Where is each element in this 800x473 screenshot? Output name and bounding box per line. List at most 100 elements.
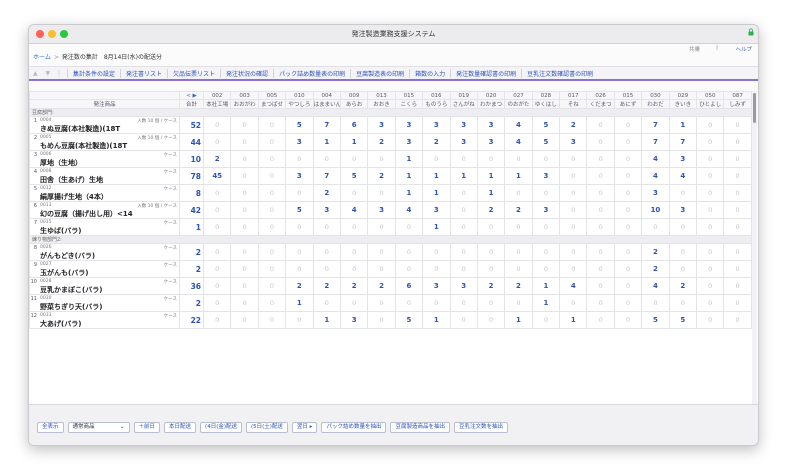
quantity-cell[interactable]: 0	[559, 201, 588, 219]
quantity-cell[interactable]: 0	[696, 150, 725, 168]
quantity-cell[interactable]: 7	[312, 116, 341, 134]
quantity-cell[interactable]: 2	[312, 277, 341, 295]
quantity-cell[interactable]: 2	[559, 116, 588, 134]
quantity-cell[interactable]: 5	[531, 116, 561, 134]
quantity-cell[interactable]: 0	[394, 218, 424, 236]
tab-5[interactable]: パック詰め数量表の印刷	[273, 68, 350, 78]
quantity-cell[interactable]: 0	[504, 294, 533, 312]
product-cell[interactable]: 4 0008 ケース 田舎（生あげ）生地	[29, 167, 180, 185]
quantity-cell[interactable]: 0	[531, 243, 561, 261]
quantity-cell[interactable]: 1	[504, 167, 533, 185]
quantity-cell[interactable]: 0	[613, 311, 643, 329]
quantity-cell[interactable]: 0	[531, 184, 561, 202]
table-row[interactable]: 9 0027 ケース 玉がんも(バラ) 2 0 0 0 0 0 0 0 0 0 0 0 0 0 0 0 0 2 0 0 0	[29, 260, 752, 278]
quantity-cell[interactable]: 4	[559, 277, 588, 295]
quantity-cell[interactable]: 2	[367, 133, 396, 151]
table-row[interactable]: 1 0004 入数 10 個 / ケース きぬ豆腐(本社製造)(18T 52 0 0 0 5 7 6…	[29, 116, 752, 134]
quantity-cell[interactable]: 0	[723, 167, 752, 185]
quantity-cell[interactable]: 1	[559, 311, 588, 329]
quantity-cell[interactable]: 45	[202, 167, 232, 185]
scrollbar-thumb[interactable]	[753, 93, 756, 123]
quantity-cell[interactable]: 3	[449, 277, 478, 295]
quantity-cell[interactable]: 0	[586, 133, 615, 151]
quantity-cell[interactable]: 3	[285, 133, 314, 151]
quantity-cell[interactable]: 0	[230, 116, 259, 134]
product-filter-select[interactable]: 通常商品 ⌄	[67, 422, 130, 433]
quantity-cell[interactable]: 0	[476, 294, 506, 312]
quantity-cell[interactable]: 5	[285, 201, 314, 219]
quantity-cell[interactable]: 1	[422, 184, 451, 202]
quantity-cell[interactable]: 0	[230, 294, 259, 312]
footer-button-3[interactable]: ＋前日	[133, 422, 161, 433]
quantity-cell[interactable]: 1	[449, 167, 478, 185]
quantity-cell[interactable]: 3	[422, 201, 451, 219]
product-cell[interactable]: 10 0028 ケース 豆乳かまぼこ(バラ)	[29, 277, 180, 295]
quantity-cell[interactable]: 0	[230, 150, 259, 168]
quantity-cell[interactable]: 1	[422, 311, 451, 329]
quantity-cell[interactable]: 1	[312, 133, 341, 151]
quantity-cell[interactable]: 0	[613, 294, 643, 312]
quantity-cell[interactable]: 0	[449, 243, 478, 261]
quantity-cell[interactable]: 0	[696, 260, 725, 278]
quantity-cell[interactable]: 0	[559, 150, 588, 168]
quantity-cell[interactable]: 0	[312, 294, 341, 312]
quantity-cell[interactable]: 0	[449, 294, 478, 312]
quantity-cell[interactable]: 0	[449, 150, 478, 168]
quantity-cell[interactable]: 0	[723, 201, 752, 219]
quantity-cell[interactable]: 0	[422, 294, 451, 312]
quantity-cell[interactable]: 0	[613, 133, 643, 151]
tab-3[interactable]: 欠品伝票リスト	[167, 68, 220, 78]
quantity-cell[interactable]: 7	[668, 133, 698, 151]
quantity-cell[interactable]: 0	[476, 260, 506, 278]
breadcrumb-home[interactable]: ホーム	[33, 54, 51, 61]
quantity-cell[interactable]: 0	[586, 277, 615, 295]
footer-button-5[interactable]: (4日(金)配送	[200, 422, 242, 433]
quantity-cell[interactable]: 0	[723, 260, 752, 278]
quantity-cell[interactable]: 0	[312, 150, 341, 168]
quantity-cell[interactable]: 0	[257, 116, 287, 134]
quantity-cell[interactable]: 0	[586, 260, 615, 278]
quantity-cell[interactable]: 0	[367, 243, 396, 261]
quantity-cell[interactable]: 3	[668, 201, 698, 219]
quantity-cell[interactable]: 0	[476, 218, 506, 236]
quantity-cell[interactable]: 2	[668, 277, 698, 295]
product-cell[interactable]: 3 0006 ケース 厚地（生地）	[29, 150, 180, 168]
table-row[interactable]: 2 0005 入数 10 個 / ケース もめん豆腐(本社製造)(18T 44 0 0 0 3 1…	[29, 133, 752, 151]
quantity-cell[interactable]: 0	[339, 243, 369, 261]
quantity-cell[interactable]: 3	[531, 167, 561, 185]
quantity-cell[interactable]: 0	[613, 260, 643, 278]
quantity-cell[interactable]: 0	[696, 184, 725, 202]
quantity-cell[interactable]: 0	[586, 294, 615, 312]
quantity-cell[interactable]: 0	[586, 218, 615, 236]
quantity-cell[interactable]: 0	[422, 243, 451, 261]
quantity-cell[interactable]: 0	[422, 150, 451, 168]
tab-9[interactable]: 豆乳注文数確認書の印刷	[521, 68, 598, 78]
quantity-cell[interactable]: 0	[723, 150, 752, 168]
footer-button-9[interactable]: 豆腐製造商品を抽出	[390, 422, 450, 433]
quantity-cell[interactable]: 3	[668, 150, 698, 168]
quantity-cell[interactable]: 2	[312, 184, 341, 202]
product-cell[interactable]: 6 0013 入数 10 個 / ケース 幻の豆腐（揚げ出し用）<14	[29, 201, 180, 219]
quantity-cell[interactable]: 7	[641, 133, 670, 151]
quantity-cell[interactable]: 0	[504, 150, 533, 168]
table-row[interactable]: 6 0013 入数 10 個 / ケース 幻の豆腐（揚げ出し用）<14 42 0 0 0 5 3 4…	[29, 201, 752, 219]
quantity-cell[interactable]: 0	[586, 184, 615, 202]
quantity-cell[interactable]: 0	[668, 243, 698, 261]
quantity-cell[interactable]: 0	[257, 133, 287, 151]
quantity-cell[interactable]: 0	[723, 311, 752, 329]
quantity-cell[interactable]: 0	[312, 218, 341, 236]
quantity-cell[interactable]: 0	[696, 116, 725, 134]
quantity-cell[interactable]: 3	[476, 116, 506, 134]
quantity-cell[interactable]: 0	[696, 243, 725, 261]
quantity-cell[interactable]: 0	[641, 294, 670, 312]
product-cell[interactable]: 12 0033 ケース 大あげ(バラ)	[29, 311, 180, 329]
quantity-cell[interactable]: 0	[230, 243, 259, 261]
quantity-cell[interactable]: 2	[285, 277, 314, 295]
quantity-cell[interactable]: 0	[230, 260, 259, 278]
quantity-cell[interactable]: 0	[476, 243, 506, 261]
quantity-cell[interactable]: 0	[668, 260, 698, 278]
quantity-cell[interactable]: 1	[476, 167, 506, 185]
quantity-cell[interactable]: 0	[613, 201, 643, 219]
quantity-cell[interactable]: 0	[257, 243, 287, 261]
quantity-cell[interactable]: 2	[339, 277, 369, 295]
